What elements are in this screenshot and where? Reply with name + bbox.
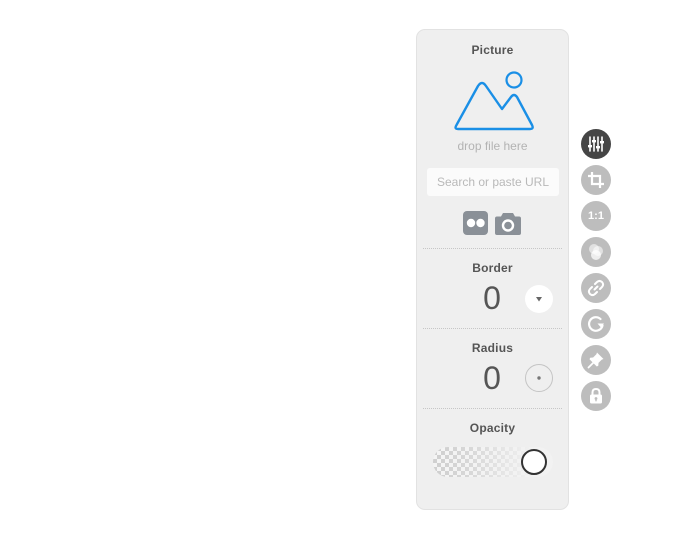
section-divider: [423, 248, 562, 249]
aspect-ratio-tool-button[interactable]: 1:1: [581, 201, 611, 231]
aspect-ratio-icon: 1:1: [588, 210, 604, 222]
radius-control-button[interactable]: [525, 364, 553, 392]
opacity-section-title: Opacity: [469, 421, 516, 435]
blend-tool-button[interactable]: [581, 237, 611, 267]
section-divider: [423, 408, 562, 409]
dot-icon: [537, 376, 541, 380]
section-divider: [423, 328, 562, 329]
triangle-down-icon: [536, 297, 542, 302]
mountain-image-icon[interactable]: [453, 71, 535, 133]
pin-tool-button[interactable]: [581, 345, 611, 375]
crop-icon: [588, 172, 604, 188]
link-icon: [587, 279, 605, 297]
radius-value[interactable]: 0: [457, 360, 527, 396]
adjustments-tool-button[interactable]: [581, 129, 611, 159]
radius-section-title: Radius: [471, 341, 514, 355]
sliders-icon: [588, 136, 604, 152]
camera-icon[interactable]: [494, 210, 522, 236]
drop-file-hint: drop file here: [457, 139, 528, 153]
border-value[interactable]: 0: [457, 280, 527, 316]
lock-tool-button[interactable]: [581, 381, 611, 411]
color-blend-icon: [589, 244, 603, 260]
url-search-input[interactable]: [427, 168, 559, 196]
picture-properties-panel: Picture drop file here Border 0 Radius 0…: [416, 29, 569, 510]
rotate-icon: [588, 316, 604, 332]
pin-icon: [587, 352, 604, 369]
opacity-slider-handle[interactable]: [521, 449, 547, 475]
flickr-icon[interactable]: [462, 210, 490, 236]
lock-icon: [590, 387, 602, 404]
crop-tool-button[interactable]: [581, 165, 611, 195]
border-section-title: Border: [472, 261, 513, 275]
link-tool-button[interactable]: [581, 273, 611, 303]
rotate-tool-button[interactable]: [581, 309, 611, 339]
picture-section-title: Picture: [471, 43, 514, 57]
border-style-dropdown[interactable]: [525, 285, 553, 313]
